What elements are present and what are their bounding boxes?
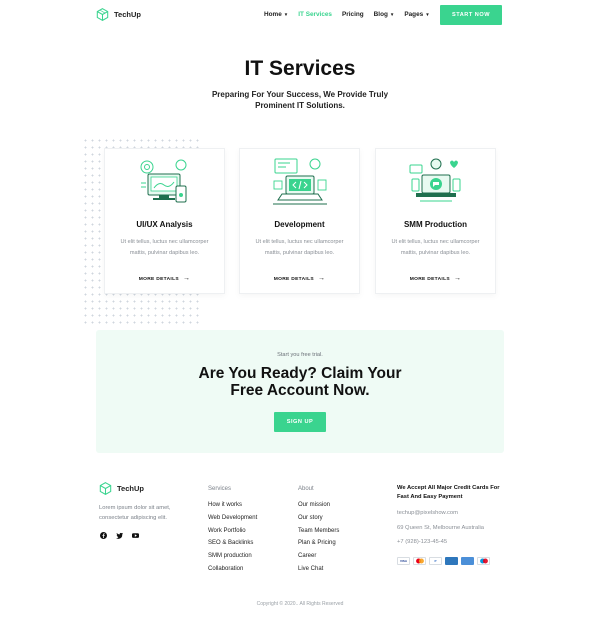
- more-details-link[interactable]: MORE DETAILS →: [240, 275, 359, 282]
- chevron-down-icon: ▼: [425, 12, 430, 17]
- nav-label: Blog: [373, 11, 388, 18]
- header: TechUp Home ▼ IT Services Pricing Blog ▼…: [0, 0, 600, 30]
- footer-link[interactable]: Work Portfolio: [208, 525, 257, 538]
- nav-item-blog[interactable]: Blog ▼: [374, 11, 395, 18]
- footer-description: Lorem ipsum dolor sit amet, consectetur …: [99, 505, 171, 521]
- footer-link[interactable]: Our mission: [298, 499, 339, 512]
- footer-link[interactable]: Team Members: [298, 525, 339, 538]
- footer-link[interactable]: SMM production: [208, 550, 257, 563]
- arrow-right-icon: →: [182, 275, 191, 282]
- cta-title-text: Are You Ready? Claim Your Free Account N…: [198, 365, 402, 399]
- nav-item-home[interactable]: Home ▼: [264, 11, 288, 18]
- card-description: Ut elit tellus, luctus nec ullamcorper m…: [255, 239, 344, 256]
- nav-item-pages[interactable]: Pages ▼: [404, 11, 429, 18]
- payments-heading: We Accept All Major Credit Cards For Fas…: [397, 485, 500, 500]
- more-details-link[interactable]: MORE DETAILS →: [376, 275, 495, 282]
- payment-cards: VISA P: [397, 557, 490, 565]
- cta-title: Are You Ready? Claim Your Free Account N…: [96, 365, 504, 399]
- footer-link[interactable]: How it works: [208, 499, 257, 512]
- paypal-card-icon: P: [429, 557, 442, 565]
- cta-section: Start you free trial. Are You Ready? Cla…: [96, 330, 504, 453]
- mastercard-icon: [413, 557, 426, 565]
- footer-link[interactable]: Plan & Pricing: [298, 537, 339, 550]
- main-nav: Home ▼ IT Services Pricing Blog ▼ Pages …: [264, 11, 430, 18]
- sign-up-button[interactable]: SIGN UP: [274, 412, 326, 432]
- card-title: UI/UX Analysis: [136, 220, 193, 229]
- service-card-smm: SMM Production Ut elit tellus, luctus ne…: [375, 148, 496, 294]
- cta-eyebrow: Start you free trial.: [277, 352, 323, 358]
- footer-link[interactable]: Our story: [298, 512, 339, 525]
- development-icon: [273, 158, 327, 205]
- chevron-down-icon: ▼: [389, 12, 395, 17]
- footer-link[interactable]: SEO & Backlinks: [208, 537, 257, 550]
- link-label: MORE DETAILS: [409, 277, 450, 282]
- copyright: Copyright © 2020.. All Rights Reserved: [256, 601, 344, 607]
- discover-card-icon: [461, 557, 474, 565]
- arrow-right-icon: →: [317, 275, 326, 282]
- footer-link[interactable]: Collaboration: [208, 563, 257, 576]
- cube-logo-icon: [96, 8, 109, 21]
- footer-brand-logo[interactable]: TechUp: [99, 482, 144, 495]
- nav-label: IT Services: [298, 11, 332, 18]
- services-heading: Services: [208, 486, 232, 492]
- amex-card-icon: [445, 557, 458, 565]
- contact-phone[interactable]: +7 (928)-123-45-45: [397, 539, 447, 545]
- maestro-card-icon: [477, 557, 490, 565]
- arrow-right-icon: →: [453, 275, 462, 282]
- page-title: IT Services: [244, 57, 356, 80]
- card-description: Ut elit tellus, luctus nec ullamcorper m…: [391, 239, 480, 256]
- footer-link[interactable]: Live Chat: [298, 563, 339, 576]
- contact-address: 69 Queen St, Melbourne Australia: [397, 525, 485, 531]
- about-heading: About: [298, 486, 314, 492]
- footer-link[interactable]: Career: [298, 550, 339, 563]
- link-label: MORE DETAILS: [273, 277, 314, 282]
- nav-label: Pages: [404, 11, 424, 18]
- ui-ux-icon: [140, 159, 187, 203]
- service-card-ui-ux: UI/UX Analysis Ut elit tellus, luctus ne…: [104, 148, 225, 294]
- cube-logo-icon: [99, 482, 112, 495]
- footer-services-column: Services How it works Web Development Wo…: [208, 486, 257, 576]
- card-title: SMM Production: [403, 220, 468, 229]
- twitter-icon[interactable]: [116, 532, 123, 539]
- social-links: [100, 532, 139, 539]
- smm-icon: [409, 158, 461, 202]
- card-title: Development: [274, 220, 325, 229]
- nav-label: Home: [264, 11, 282, 18]
- chevron-down-icon: ▼: [283, 12, 289, 17]
- page-subtitle: Preparing For Your Success, We Provide T…: [211, 90, 389, 110]
- nav-item-pricing[interactable]: Pricing: [342, 11, 364, 18]
- link-label: MORE DETAILS: [138, 277, 179, 282]
- more-details-link[interactable]: MORE DETAILS →: [105, 275, 224, 282]
- brand-name: TechUp: [114, 10, 141, 19]
- service-card-development: Development Ut elit tellus, luctus nec u…: [239, 148, 360, 294]
- start-now-button[interactable]: START NOW: [440, 5, 502, 25]
- youtube-icon[interactable]: [132, 532, 139, 539]
- card-description: Ut elit tellus, luctus nec ullamcorper m…: [120, 239, 209, 256]
- nav-label: Pricing: [342, 11, 364, 18]
- contact-email[interactable]: techup@pixelshow.com: [397, 510, 458, 516]
- footer-about-column: About Our mission Our story Team Members…: [298, 486, 339, 576]
- nav-item-it-services[interactable]: IT Services: [298, 11, 332, 18]
- facebook-icon[interactable]: [100, 532, 107, 539]
- visa-card-icon: VISA: [397, 557, 410, 565]
- brand-logo[interactable]: TechUp: [96, 8, 141, 21]
- footer-brand-name: TechUp: [117, 484, 144, 493]
- footer-link[interactable]: Web Development: [208, 512, 257, 525]
